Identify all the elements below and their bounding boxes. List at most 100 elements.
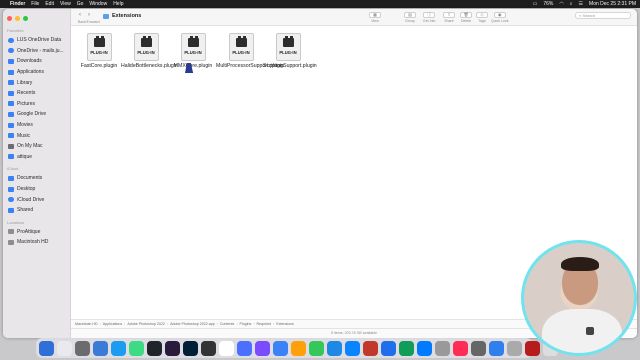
plugin-icon[interactable]: PLUG-IN — [228, 33, 254, 61]
dock-app-icon[interactable] — [39, 340, 54, 356]
dock-app-icon[interactable] — [489, 340, 504, 356]
sidebar-item-downloads[interactable]: Downloads — [3, 56, 70, 67]
path-segment[interactable]: Contents — [220, 322, 234, 326]
tags-button[interactable]: ◇ Tags — [476, 12, 488, 23]
sidebar-item-label: OneDrive - mails.ju... — [17, 47, 64, 54]
quick-look-button[interactable]: ◉ Quick Look — [491, 12, 509, 23]
path-segment[interactable]: Plugins — [240, 322, 252, 326]
sidebar-item-attique[interactable]: attique — [3, 152, 70, 163]
menu-app-name[interactable]: Finder — [10, 1, 25, 7]
dock-app-icon[interactable] — [309, 340, 324, 356]
dock-app-icon[interactable] — [129, 340, 144, 356]
dock-app-icon[interactable] — [417, 340, 432, 356]
grid-view-icon[interactable]: ▦ — [369, 12, 381, 18]
menu-window[interactable]: Window — [89, 1, 107, 7]
dock-app-icon[interactable] — [471, 340, 486, 356]
dock-app-icon[interactable] — [327, 340, 342, 356]
sidebar-item-movies[interactable]: Movies — [3, 120, 70, 131]
dock-app-icon[interactable] — [147, 340, 162, 356]
info-icon[interactable]: ⓘ — [423, 12, 436, 18]
sidebar-item-macintosh-hd[interactable]: Macintosh HD — [3, 237, 70, 248]
plugin-icon[interactable]: PLUG-IN — [86, 33, 112, 61]
file-name[interactable]: ScriptingSupport.plugin — [263, 63, 317, 69]
menu-file[interactable]: File — [31, 1, 39, 7]
file-name[interactable]: FastCore.plugin — [74, 63, 124, 69]
sidebar-item-google-drive[interactable]: Google Drive — [3, 109, 70, 120]
sidebar-item-shared[interactable]: Shared — [3, 205, 70, 216]
sidebar-item-recents[interactable]: Recents — [3, 88, 70, 99]
menubar-clock[interactable]: Mon Dec 25 2:31 PM — [589, 1, 636, 7]
back-icon[interactable]: ‹ — [79, 12, 81, 18]
dock-app-icon[interactable] — [111, 340, 126, 356]
dock-app-icon[interactable] — [255, 340, 270, 356]
sidebar-item-on-my-mac[interactable]: On My Mac — [3, 141, 70, 152]
view-button[interactable]: ▦ View — [369, 12, 381, 23]
path-segment[interactable]: Extensions — [276, 322, 294, 326]
battery-icon[interactable]: ▭ — [533, 1, 538, 7]
plugin-icon[interactable]: PLUG-IN — [133, 33, 159, 61]
file-name[interactable]: MultiProcessorSupport.plugin — [216, 63, 284, 69]
menu-help[interactable]: Help — [113, 1, 123, 7]
close-button[interactable] — [7, 15, 12, 21]
sidebar-item-music[interactable]: Music — [3, 130, 70, 141]
dock-app-icon[interactable] — [507, 340, 522, 356]
minimize-button[interactable] — [15, 15, 20, 21]
menu-view[interactable]: View — [60, 1, 71, 7]
sidebar-item-applications[interactable]: Applications — [3, 67, 70, 78]
sidebar-item-documents[interactable]: Documents — [3, 173, 70, 184]
dock-app-icon[interactable] — [237, 340, 252, 356]
group-button[interactable]: ▤ Group — [404, 12, 416, 23]
get-info-button[interactable]: ⓘ Get Info — [423, 12, 435, 23]
zoom-button[interactable] — [23, 15, 28, 21]
menu-go[interactable]: Go — [77, 1, 84, 7]
dock-app-icon[interactable] — [273, 340, 288, 356]
dock-app-icon[interactable] — [435, 340, 450, 356]
dock-app-icon[interactable] — [381, 340, 396, 356]
file-item-multiprocessorsupport[interactable]: PLUG-IN MultiProcessorSupport.plugin — [216, 33, 284, 69]
delete-button[interactable]: 🗑 Delete — [460, 12, 472, 23]
share-icon[interactable]: ⇪ — [443, 12, 455, 18]
sidebar-item-lus-onedrive[interactable]: LUS OneDrive Data — [3, 35, 70, 46]
group-icon[interactable]: ▤ — [404, 12, 416, 18]
sidebar-item-library[interactable]: Library — [3, 77, 70, 88]
dock-app-icon[interactable] — [291, 340, 306, 356]
file-item-halidebottlenecks[interactable]: PLUG-IN HalideBottlenecks.plugin — [121, 33, 178, 69]
file-item-fastcore[interactable]: PLUG-IN FastCore.plugin — [74, 33, 124, 69]
dock-app-icon[interactable] — [165, 340, 180, 356]
trash-icon[interactable]: 🗑 — [460, 12, 472, 18]
path-segment[interactable]: Required — [257, 322, 272, 326]
search-field[interactable]: ⌕ Search — [575, 12, 631, 19]
sidebar-item-desktop[interactable]: Desktop — [3, 184, 70, 195]
plugin-icon[interactable]: PLUG-IN — [275, 33, 301, 61]
path-segment[interactable]: Adobe Photoshop 2022 — [127, 322, 165, 326]
dock-app-icon[interactable] — [363, 340, 378, 356]
file-name[interactable]: HalideBottlenecks.plugin — [121, 63, 178, 69]
dock-app-icon[interactable] — [75, 340, 90, 356]
dock-app-icon[interactable] — [219, 340, 234, 356]
sidebar-item-pictures[interactable]: Pictures — [3, 99, 70, 110]
search-spotlight-icon[interactable]: ⌕ — [570, 1, 573, 7]
tag-icon[interactable]: ◇ — [476, 12, 488, 18]
path-segment[interactable]: Applications — [103, 322, 122, 326]
dock-app-icon[interactable] — [93, 340, 108, 356]
menu-edit[interactable]: Edit — [45, 1, 54, 7]
dock-app-icon[interactable] — [399, 340, 414, 356]
dock-app-icon[interactable] — [345, 340, 360, 356]
share-button[interactable]: ⇪ Share — [443, 12, 455, 23]
sidebar-item-onedrive[interactable]: OneDrive - mails.ju... — [3, 46, 70, 57]
dock-app-icon[interactable] — [57, 340, 72, 356]
path-segment[interactable]: Macintosh HD — [75, 322, 98, 326]
dock-app-icon[interactable] — [183, 340, 198, 356]
wifi-icon[interactable]: ◠ — [559, 1, 563, 7]
dock-app-icon[interactable] — [453, 340, 468, 356]
plugin-icon[interactable]: PLUG-IN — [180, 33, 206, 61]
file-item-scriptingsupport[interactable]: PLUG-IN ScriptingSupport.plugin — [263, 33, 317, 69]
dock-app-icon[interactable] — [525, 340, 540, 356]
sidebar-item-proattique[interactable]: ProAttique — [3, 227, 70, 238]
dock-app-icon[interactable] — [201, 340, 216, 356]
path-segment[interactable]: Adobe Photoshop 2022.app — [170, 322, 215, 326]
eye-icon[interactable]: ◉ — [493, 12, 506, 18]
sidebar-item-icloud-drive[interactable]: iCloud Drive — [3, 194, 70, 205]
control-center-icon[interactable]: ☰ — [579, 1, 583, 7]
forward-icon[interactable]: › — [88, 12, 90, 18]
